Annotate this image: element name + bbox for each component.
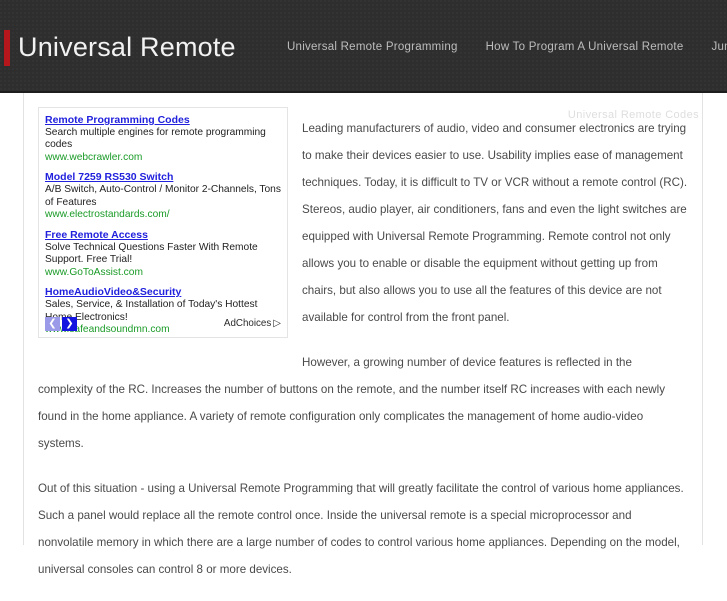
header-inner: Universal Remote Universal Remote Progra… — [0, 0, 727, 91]
ad-float-spacer — [38, 115, 302, 358]
article-paragraph: Out of this situation - using a Universa… — [38, 475, 688, 583]
article-body: Leading manufacturers of audio, video an… — [38, 115, 688, 601]
page-body: Universal Remote Codes Remote Programmin… — [0, 93, 727, 545]
article-paragraph: However, a growing number of device feat… — [38, 349, 688, 457]
nav-link-how-to-program-a-universal-remote[interactable]: How To Program A Universal Remote — [486, 41, 684, 53]
primary-nav: Universal Remote Programming How To Prog… — [287, 41, 727, 53]
brand-accent-bar — [4, 30, 10, 66]
nav-link-universal-remote-programming[interactable]: Universal Remote Programming — [287, 41, 458, 53]
site-title: Universal Remote — [18, 28, 236, 66]
nav-link-jumbo[interactable]: Jumbo — [712, 41, 727, 53]
content-container: Universal Remote Codes Remote Programmin… — [23, 93, 703, 545]
site-header: Universal Remote Universal Remote Progra… — [0, 0, 727, 93]
